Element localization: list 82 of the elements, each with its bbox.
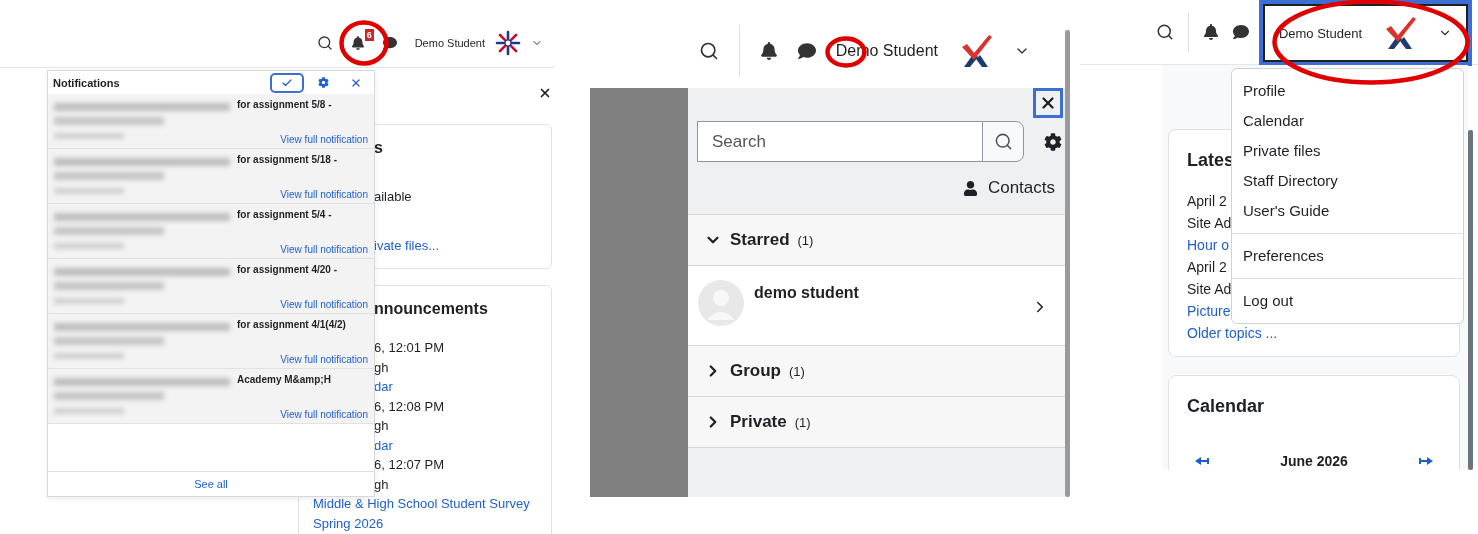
settings-icon[interactable]	[1044, 132, 1062, 151]
chat-icon[interactable]	[382, 35, 397, 50]
section-toggle[interactable]: Starred (1)	[688, 214, 1065, 265]
card-link[interactable]: ivate files...	[374, 238, 440, 254]
card-text: 6, 12:01 PM	[374, 339, 445, 357]
notification-item[interactable]: for assignment 5/18 - View full notification	[48, 149, 374, 204]
search-icon[interactable]	[316, 34, 333, 51]
settings-icon	[317, 77, 329, 88]
notification-text: for assignment 5/8 -	[237, 99, 332, 110]
card-link[interactable]: dar	[374, 435, 393, 455]
view-notification-link[interactable]: View full notification	[280, 354, 368, 365]
search-icon	[993, 132, 1013, 151]
search-field[interactable]: Search	[697, 121, 982, 162]
menu-item[interactable]: Log out	[1232, 286, 1463, 316]
card-title: s	[374, 139, 383, 157]
notification-text: for assignment 5/18 -	[237, 154, 338, 165]
card-text: ailable	[374, 189, 412, 205]
user-menu-button[interactable]: Demo Student	[414, 29, 543, 56]
search-button[interactable]	[982, 121, 1024, 162]
card-title: Lates	[1187, 150, 1235, 171]
annotation-circle	[339, 20, 389, 66]
menu-item[interactable]: Preferences	[1232, 241, 1463, 271]
view-notification-link[interactable]: View full notification	[280, 299, 368, 310]
menu-item[interactable]: Calendar	[1232, 106, 1463, 136]
see-all-link[interactable]: See all	[194, 478, 228, 490]
card-text: Site Ad	[1187, 280, 1232, 299]
section-toggle[interactable]: Group (1)	[688, 345, 1065, 396]
notification-item[interactable]: for assignment 4/1(4/2) View full notification	[48, 314, 374, 369]
card-link[interactable]: Middle & High School Student Survey	[313, 494, 530, 514]
menu-item[interactable]: Staff Directory	[1232, 166, 1463, 196]
bell-icon[interactable]	[350, 35, 365, 50]
contact-name: demo student	[754, 283, 860, 302]
contact-item[interactable]: demo student	[688, 265, 1065, 345]
card-title: Calendar	[1187, 396, 1265, 417]
bell-icon[interactable]	[759, 42, 778, 60]
search-icon[interactable]	[1155, 23, 1174, 41]
card-link[interactable]: Older topics ...	[1187, 322, 1278, 344]
notification-text: for assignment 4/20 -	[237, 264, 338, 275]
menu-item[interactable]: Private files	[1232, 136, 1463, 166]
card-text: gh	[374, 475, 389, 494]
view-notification-link[interactable]: View full notification	[280, 244, 368, 255]
menu-item[interactable]: Profile	[1232, 76, 1463, 106]
card-link[interactable]: Hour o	[1187, 234, 1230, 256]
logo-icon	[495, 29, 521, 56]
card-text: Site Ad	[1187, 214, 1232, 233]
chat-icon[interactable]	[797, 42, 816, 60]
close-icon	[1039, 94, 1057, 112]
notification-count: 6	[364, 28, 374, 41]
month-label: June 2026	[1280, 453, 1348, 469]
card-link[interactable]: dar	[374, 377, 393, 397]
card-text: 6, 12:07 PM	[374, 456, 445, 474]
notification-item[interactable]: for assignment 4/20 - View full notification	[48, 259, 374, 314]
notification-item[interactable]: Academy M&amp;H View full notification	[48, 369, 374, 424]
notification-text: Academy M&amp;H	[237, 374, 331, 385]
menu-item[interactable]: User's Guide	[1232, 196, 1463, 226]
card-text: April 2	[1187, 192, 1227, 211]
view-notification-link[interactable]: View full notification	[280, 134, 368, 145]
view-notification-link[interactable]: View full notification	[280, 189, 368, 200]
view-notification-link[interactable]: View full notification	[280, 409, 368, 420]
card-text: April 2	[1187, 258, 1227, 277]
close-button[interactable]	[1033, 88, 1063, 118]
card-text: gh	[374, 358, 389, 377]
card-text: gh	[374, 417, 389, 435]
section-toggle[interactable]: Private (1)	[688, 396, 1065, 447]
bell-icon[interactable]	[1202, 24, 1219, 40]
left-arrow-icon[interactable]	[1195, 457, 1209, 465]
card-link[interactable]: Picture	[1187, 300, 1231, 322]
popover-title: Notifications	[53, 76, 121, 89]
notification-text: for assignment 5/4 -	[237, 209, 332, 220]
notification-item[interactable]: for assignment 5/4 - View full notification	[48, 204, 374, 259]
contacts-button[interactable]: Contacts	[962, 178, 1055, 198]
card-text: 6, 12:08 PM	[374, 397, 445, 416]
card-title: nnouncements	[374, 300, 488, 318]
card-link[interactable]: Spring 2026	[313, 513, 384, 533]
notification-text: for assignment 4/1(4/2)	[237, 319, 346, 330]
mark-all-read-button[interactable]	[270, 72, 304, 93]
notification-item[interactable]: for assignment 5/8 - View full notification	[48, 94, 374, 149]
search-icon[interactable]	[698, 41, 719, 61]
chat-icon[interactable]	[1232, 24, 1249, 40]
right-arrow-icon[interactable]	[1419, 457, 1433, 465]
close-icon[interactable]	[538, 86, 552, 100]
person-icon	[962, 180, 978, 196]
